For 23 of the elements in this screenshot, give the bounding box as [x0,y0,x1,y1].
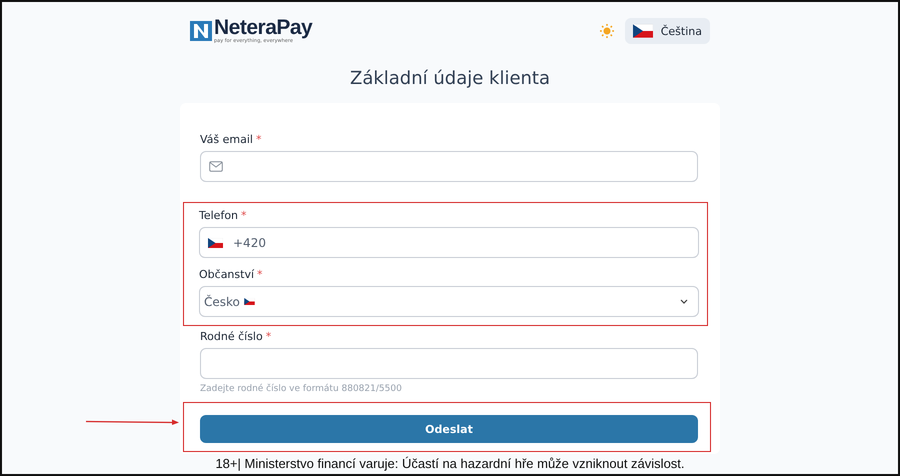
czech-flag-icon [244,298,255,305]
envelope-icon [209,161,223,172]
field-label: Telefon * [199,209,248,222]
logo-name: NeteraPay [214,18,312,38]
chevron-down-icon [680,299,688,304]
field-label: Občanství * [199,268,264,281]
sun-icon[interactable] [598,23,615,39]
gambling-warning: 18+| Ministerstvo financí varuje: Účastí na hazardní hře může vzniknout závislost. [215,456,685,471]
czech-flag-icon [632,24,653,38]
czech-flag-icon [208,238,223,248]
language-button[interactable]: Čeština [624,18,710,44]
logo-icon [190,21,212,41]
field-label: Rodné číslo * [200,330,272,343]
submit-button[interactable]: Odeslat [200,415,698,443]
phone-field[interactable]: +420 [199,227,699,258]
select-value: Česko [204,294,240,308]
text-field[interactable] [200,348,698,379]
citizenship-select[interactable]: Česko [199,286,699,317]
page-title: Základní údaje klienta [350,68,550,89]
field-hint: Zadejte rodné číslo ve formátu 880821/5500 [200,384,403,394]
field-label: Váš email * [200,133,262,146]
email-field[interactable] [200,151,698,182]
phone-value: +420 [233,236,266,250]
